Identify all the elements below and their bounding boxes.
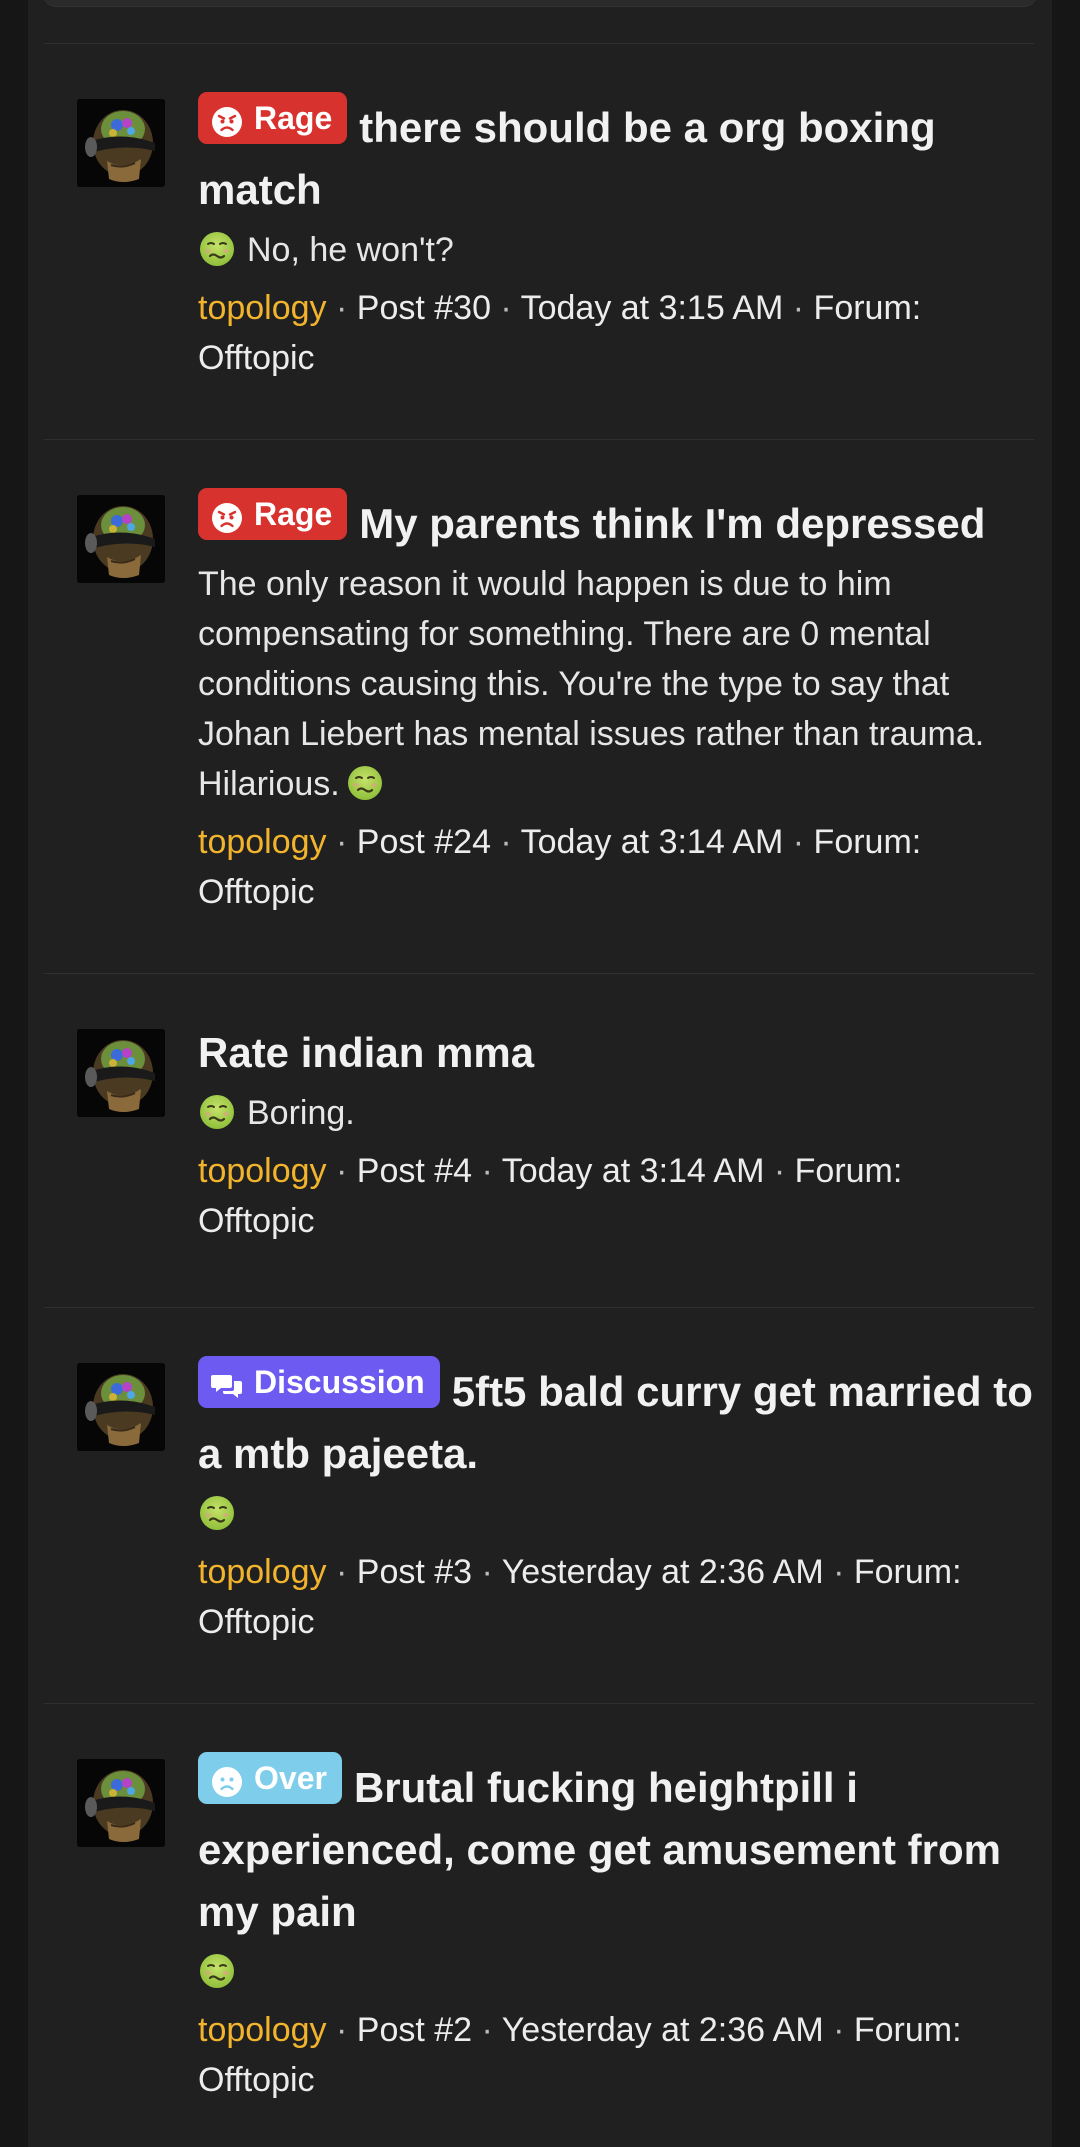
result-content: Discussion 5ft5 bald curry get married to… [198,1356,1048,1647]
forum-link[interactable]: Offtopic [198,2061,315,2099]
result-content: Rage My parents think I'm depressed The o… [198,488,1048,917]
badge-label: Rage [254,100,333,136]
title-text[interactable]: My parents think I'm depressed [359,500,985,547]
result-snippet [198,1947,1048,1997]
forum-label: Forum: [853,1553,962,1591]
result-title[interactable]: Rate indian mma [198,1022,1048,1084]
search-result-1[interactable]: Rage there should be a org boxing match N… [44,43,1034,439]
post-time: Today at 3:14 AM [501,1152,765,1190]
nauseated-face-icon [198,230,236,268]
nauseated-face-icon [198,1494,236,1532]
result-content: Rate indian mma Boring. topology · Post … [198,1022,1048,1246]
nauseated-face-icon [198,1952,236,1990]
result-content: Over Brutal fucking heightpill i experien… [198,1752,1048,2105]
forum-label: Forum: [813,823,922,861]
previous-card-edge [42,0,1038,7]
result-title[interactable]: Rage there should be a org boxing match [198,92,1048,221]
result-meta: topology · Post #30 · Today at 3:15 AM ·… [198,289,922,377]
forum-link[interactable]: Offtopic [198,339,315,377]
username-link[interactable]: topology [198,1152,327,1190]
post-number-link[interactable]: Post #3 [357,1553,472,1591]
username-link[interactable]: topology [198,289,327,327]
result-meta: topology · Post #4 · Today at 3:14 AM · … [198,1152,903,1240]
post-number-link[interactable]: Post #30 [357,289,491,327]
chat-bubbles-icon [210,1366,244,1400]
result-title[interactable]: Discussion 5ft5 bald curry get married to… [198,1356,1048,1485]
post-time: Today at 3:14 AM [520,823,784,861]
badge-label: Rage [254,496,333,532]
snippet-text: No, he won't? [247,231,454,269]
forum-link[interactable]: Offtopic [198,1202,315,1240]
snippet-text: The only reason it would happen is due t… [198,565,985,803]
forum-label: Forum: [813,289,922,327]
snippet-text: Boring. [247,1094,355,1132]
prefix-badge-discussion[interactable]: Discussion [198,1356,440,1408]
nauseated-face-icon [198,1093,236,1131]
result-snippet: The only reason it would happen is due t… [198,559,1048,809]
username-link[interactable]: topology [198,2011,327,2049]
avatar[interactable] [77,1759,165,1847]
post-number-link[interactable]: Post #2 [357,2011,472,2049]
sad-face-icon [210,1762,244,1797]
nauseated-face-icon [346,764,384,802]
username-link[interactable]: topology [198,823,327,861]
search-result-3[interactable]: Rate indian mma Boring. topology · Post … [44,973,1034,1307]
angry-face-icon [210,498,244,533]
result-meta: topology · Post #2 · Yesterday at 2:36 A… [198,2011,962,2099]
badge-label: Over [254,1760,327,1796]
forum-link[interactable]: Offtopic [198,873,315,911]
post-time: Yesterday at 2:36 AM [501,2011,824,2049]
prefix-badge-rage[interactable]: Rage [198,92,348,144]
result-title[interactable]: Rage My parents think I'm depressed [198,488,1048,555]
result-title[interactable]: Over Brutal fucking heightpill i experien… [198,1752,1048,1943]
result-snippet: Boring. [198,1088,1048,1138]
result-meta: topology · Post #3 · Yesterday at 2:36 A… [198,1553,962,1641]
prefix-badge-over[interactable]: Over [198,1752,342,1804]
title-text[interactable]: Rate indian mma [198,1029,534,1076]
result-content: Rage there should be a org boxing match N… [198,92,1048,383]
post-number-link[interactable]: Post #4 [357,1152,472,1190]
forum-label: Forum: [794,1152,903,1190]
post-number-link[interactable]: Post #24 [357,823,491,861]
avatar[interactable] [77,495,165,583]
forum-link[interactable]: Offtopic [198,1603,315,1641]
username-link[interactable]: topology [198,1553,327,1591]
avatar[interactable] [77,99,165,187]
post-time: Yesterday at 2:36 AM [501,1553,824,1591]
avatar[interactable] [77,1363,165,1451]
post-time: Today at 3:15 AM [520,289,784,327]
result-snippet: No, he won't? [198,225,1048,275]
search-result-4[interactable]: Discussion 5ft5 bald curry get married to… [44,1307,1034,1703]
avatar[interactable] [77,1029,165,1117]
search-result-5[interactable]: Over Brutal fucking heightpill i experien… [44,1703,1034,2147]
forum-label: Forum: [853,2011,962,2049]
angry-face-icon [210,102,244,137]
result-snippet [198,1489,1048,1539]
prefix-badge-rage[interactable]: Rage [198,488,348,540]
search-result-2[interactable]: Rage My parents think I'm depressed The o… [44,439,1034,973]
page: Rage there should be a org boxing match N… [0,0,1080,2147]
result-meta: topology · Post #24 · Today at 3:14 AM ·… [198,823,922,911]
badge-label: Discussion [254,1364,425,1400]
